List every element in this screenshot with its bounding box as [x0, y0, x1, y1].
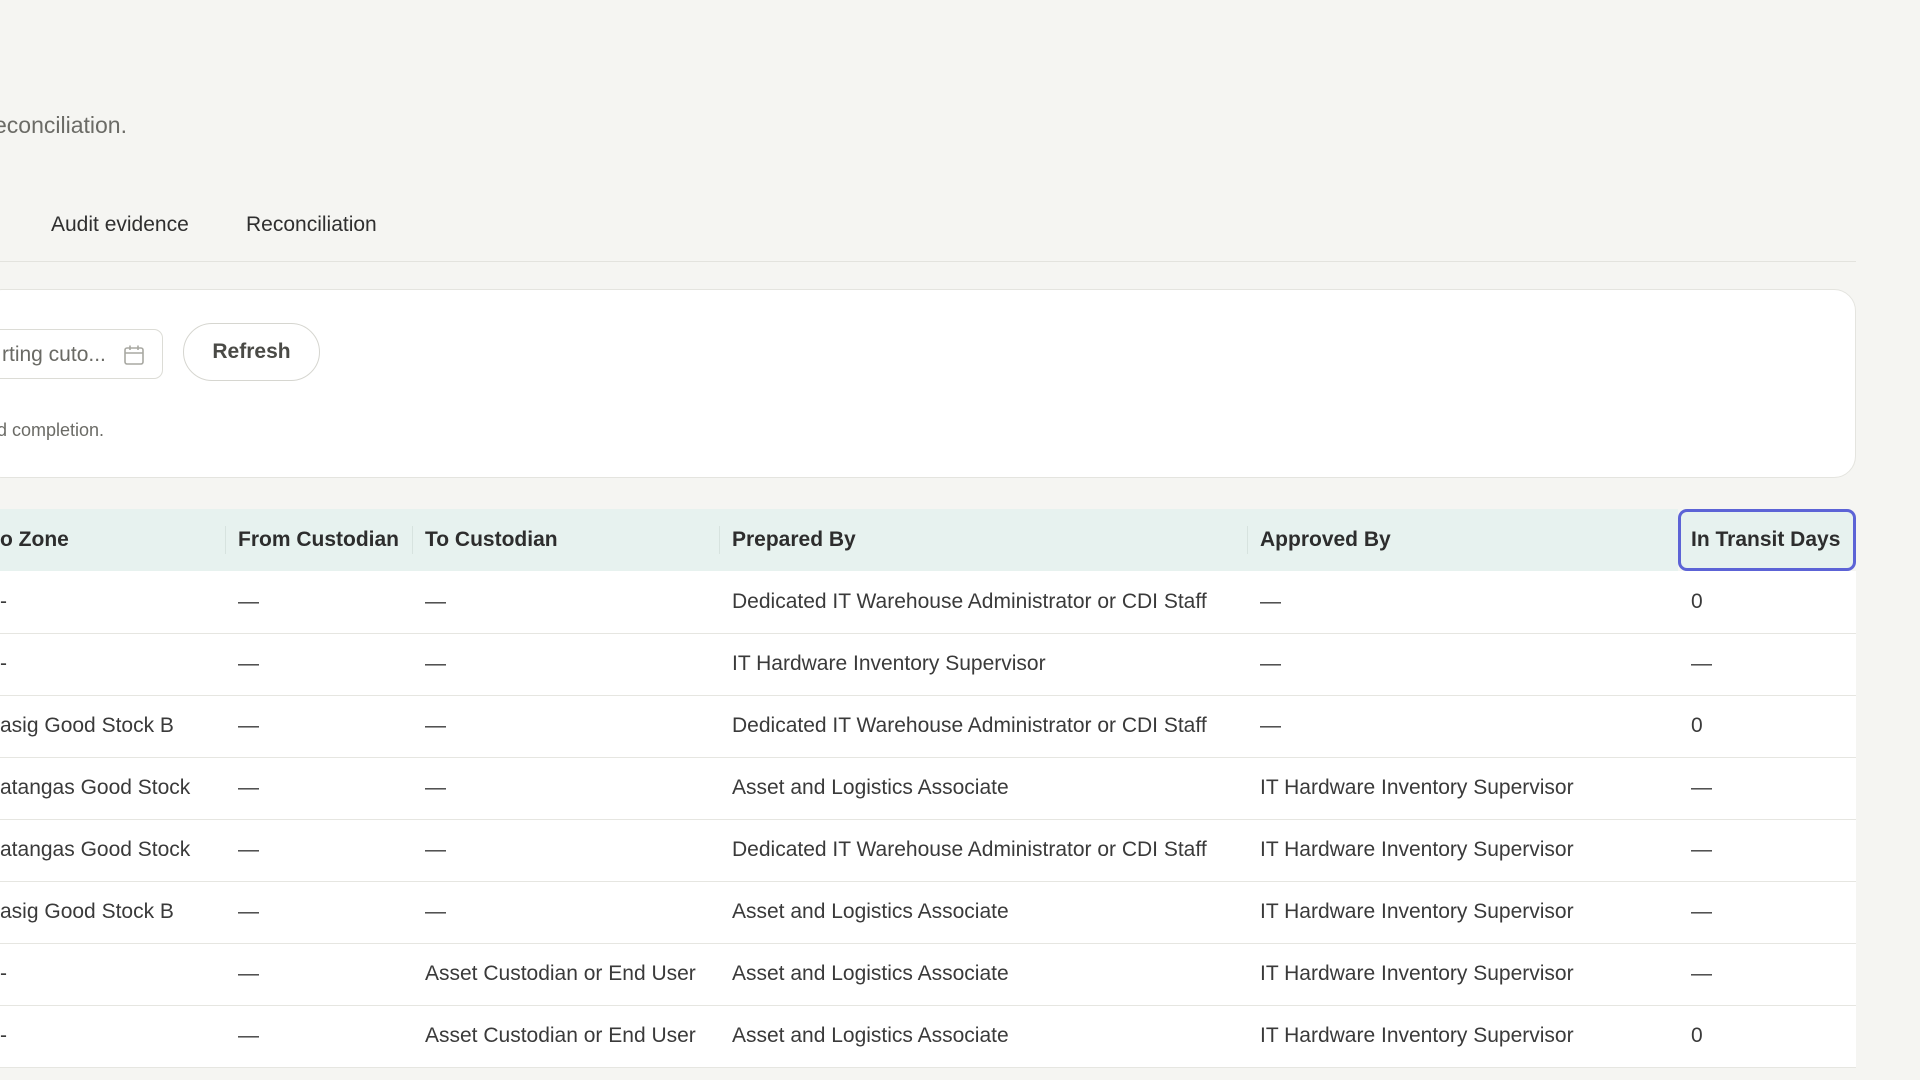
table-row[interactable]: - — Asset Custodian or End User Asset an…	[0, 943, 1856, 1005]
cell-to-zone: -	[0, 1024, 7, 1047]
cell-from-custodian: —	[238, 714, 259, 737]
table-header-row: o Zone From Custodian To Custodian Prepa…	[0, 509, 1856, 571]
cell-from-custodian: —	[238, 838, 259, 861]
cell-to-zone: -	[0, 652, 7, 675]
cell-approved-by: IT Hardware Inventory Supervisor	[1260, 900, 1574, 923]
cell-prepared-by: Dedicated IT Warehouse Administrator or …	[732, 589, 1207, 613]
column-header-from-custodian[interactable]: From Custodian	[225, 509, 412, 571]
tab-reconciliation[interactable]: Reconciliation	[246, 213, 377, 237]
cell-to-zone: asig Good Stock B	[0, 714, 174, 737]
table-row[interactable]: asig Good Stock B — — Dedicated IT Wareh…	[0, 695, 1856, 757]
column-header-to-custodian[interactable]: To Custodian	[412, 509, 719, 571]
cell-from-custodian: —	[238, 1024, 259, 1047]
cell-approved-by: IT Hardware Inventory Supervisor	[1260, 776, 1574, 799]
table-row[interactable]: - — — Dedicated IT Warehouse Administrat…	[0, 571, 1856, 633]
transfers-table: o Zone From Custodian To Custodian Prepa…	[0, 509, 1856, 1080]
cell-in-transit-days: —	[1691, 652, 1712, 675]
cell-to-zone: atangas Good Stock	[0, 776, 191, 799]
cell-from-custodian: —	[238, 776, 259, 799]
cell-to-custodian: Asset Custodian or End User	[425, 962, 696, 985]
cell-to-custodian: —	[425, 589, 446, 613]
cell-prepared-by: Dedicated IT Warehouse Administrator or …	[732, 714, 1207, 737]
cell-approved-by: IT Hardware Inventory Supervisor	[1260, 838, 1574, 861]
cell-to-custodian: —	[425, 900, 446, 923]
reporting-cutoff-date-input[interactable]: rting cuto...	[0, 329, 163, 379]
cell-from-custodian: —	[238, 962, 259, 985]
cell-to-custodian: —	[425, 714, 446, 737]
cell-from-custodian: —	[238, 589, 259, 613]
tab-bar: Audit evidence Reconciliation	[0, 200, 1856, 262]
cell-approved-by: —	[1260, 714, 1281, 737]
transfers-grid: o Zone From Custodian To Custodian Prepa…	[0, 509, 1856, 1068]
cell-to-custodian: —	[425, 838, 446, 861]
cell-prepared-by: Asset and Logistics Associate	[732, 776, 1009, 799]
cell-prepared-by: Asset and Logistics Associate	[732, 962, 1009, 985]
cell-approved-by: IT Hardware Inventory Supervisor	[1260, 962, 1574, 985]
table-row[interactable]: atangas Good Stock — — Asset and Logisti…	[0, 757, 1856, 819]
cell-prepared-by: Asset and Logistics Associate	[732, 1024, 1009, 1047]
table-row[interactable]: - — Asset Custodian or End User Asset an…	[0, 1005, 1856, 1067]
cell-to-zone: asig Good Stock B	[0, 900, 174, 923]
cell-approved-by: IT Hardware Inventory Supervisor	[1260, 1024, 1574, 1047]
refresh-button[interactable]: Refresh	[183, 323, 320, 381]
table-row[interactable]: atangas Good Stock — — Dedicated IT Ware…	[0, 819, 1856, 881]
cell-prepared-by: IT Hardware Inventory Supervisor	[732, 652, 1046, 675]
cell-to-custodian: Asset Custodian or End User	[425, 1024, 696, 1047]
cell-approved-by: —	[1260, 589, 1281, 613]
cell-in-transit-days: —	[1691, 962, 1712, 985]
column-header-prepared-by[interactable]: Prepared By	[719, 509, 1247, 571]
cell-in-transit-days: —	[1691, 900, 1712, 923]
cell-in-transit-days: 0	[1691, 1024, 1703, 1047]
filter-note: d completion.	[0, 420, 105, 440]
cell-to-zone: -	[0, 589, 7, 613]
page-subtitle: econciliation.	[0, 112, 127, 138]
filter-card: rting cuto... Refresh d completion.	[0, 289, 1856, 478]
column-header-in-transit-days[interactable]: In Transit Days	[1678, 509, 1856, 571]
table-row[interactable]: - — — IT Hardware Inventory Supervisor —…	[0, 633, 1856, 695]
cell-in-transit-days: 0	[1691, 714, 1703, 737]
column-header-to-zone[interactable]: o Zone	[0, 509, 225, 571]
cell-to-zone: -	[0, 962, 7, 985]
page: econciliation. Audit evidence Reconcilia…	[0, 0, 1920, 1080]
cell-from-custodian: —	[238, 652, 259, 675]
cell-prepared-by: Dedicated IT Warehouse Administrator or …	[732, 838, 1207, 861]
cell-approved-by: —	[1260, 652, 1281, 675]
cell-from-custodian: —	[238, 900, 259, 923]
tab-audit-evidence[interactable]: Audit evidence	[51, 213, 189, 237]
calendar-icon	[123, 344, 145, 366]
cell-to-custodian: —	[425, 652, 446, 675]
cell-prepared-by: Asset and Logistics Associate	[732, 900, 1009, 923]
cell-to-custodian: —	[425, 776, 446, 799]
table-row[interactable]: asig Good Stock B — — Asset and Logistic…	[0, 881, 1856, 943]
date-input-placeholder: rting cuto...	[2, 343, 106, 366]
cell-to-zone: atangas Good Stock	[0, 838, 191, 861]
column-header-approved-by[interactable]: Approved By	[1247, 509, 1678, 571]
cell-in-transit-days: —	[1691, 776, 1712, 799]
cell-in-transit-days: —	[1691, 838, 1712, 861]
cell-in-transit-days: 0	[1691, 589, 1703, 613]
